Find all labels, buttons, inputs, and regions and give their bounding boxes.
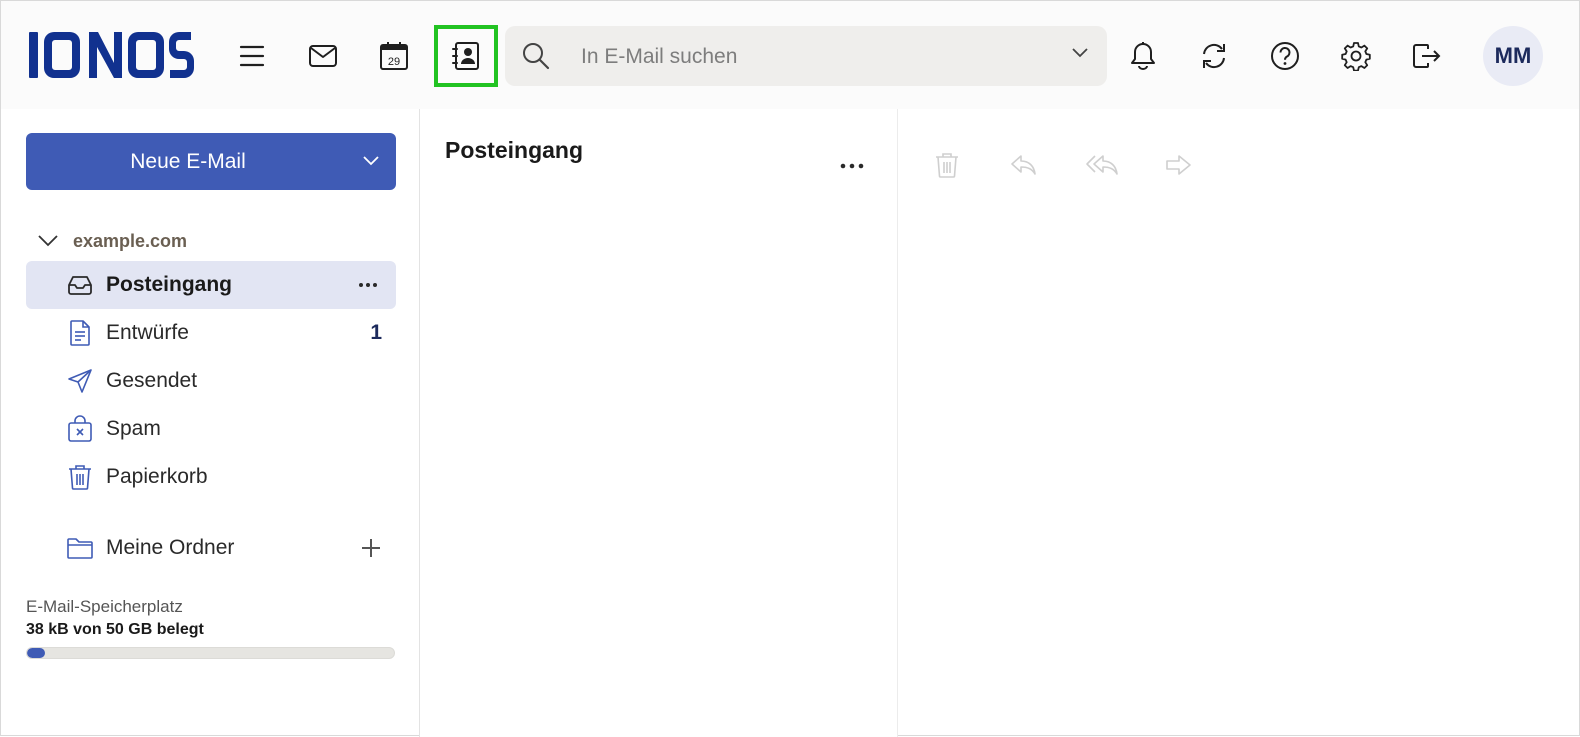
forward-button[interactable]: [1160, 147, 1196, 183]
my-folders[interactable]: Meine Ordner: [26, 524, 396, 572]
account-name: example.com: [73, 230, 188, 251]
contacts-icon: [452, 42, 479, 70]
search-input[interactable]: [579, 40, 1053, 74]
search-bar[interactable]: [505, 26, 1107, 86]
mail-button[interactable]: [293, 26, 353, 86]
storage-bar: [26, 647, 395, 659]
logout-icon: [1413, 44, 1441, 68]
plus-icon[interactable]: [360, 537, 382, 559]
folder-trash[interactable]: Papierkorb: [26, 453, 396, 501]
more-options-icon[interactable]: [358, 275, 378, 295]
help-button[interactable]: [1255, 26, 1315, 86]
sent-icon: [66, 367, 94, 395]
reply-icon: [1011, 155, 1036, 175]
reply-all-button[interactable]: [1082, 147, 1122, 183]
storage-value: 38 kB von 50 GB belegt: [26, 621, 204, 638]
avatar-initials: MM: [1494, 43, 1532, 68]
menu-button[interactable]: [222, 26, 282, 86]
account-toggle[interactable]: example.com: [37, 227, 187, 255]
settings-button[interactable]: [1326, 26, 1386, 86]
folder-label: Meine Ordner: [106, 536, 235, 559]
chevron-down-icon[interactable]: [362, 155, 380, 167]
mail-icon: [309, 45, 337, 67]
sync-icon: [1203, 43, 1225, 69]
folder-sent[interactable]: Gesendet: [26, 357, 396, 405]
folder-label: Posteingang: [106, 273, 233, 296]
unread-count: 1: [370, 321, 382, 344]
folder-label: Entwürfe: [106, 321, 189, 344]
delete-icon: [936, 153, 958, 178]
forward-icon: [1166, 155, 1191, 175]
new-email-label: Neue E-Mail: [130, 150, 246, 173]
reply-button[interactable]: [1005, 147, 1041, 183]
folder-inbox[interactable]: Posteingang: [26, 261, 396, 309]
folder-drafts[interactable]: Entwürfe 1: [26, 309, 396, 357]
message-list: Posteingang: [420, 109, 897, 737]
bell-icon: [1131, 42, 1155, 70]
user-avatar[interactable]: MM: [1483, 26, 1543, 86]
sync-button[interactable]: [1184, 26, 1244, 86]
folder-spam[interactable]: Spam: [26, 405, 396, 453]
contacts-button[interactable]: [434, 25, 498, 87]
notifications-button[interactable]: [1113, 26, 1173, 86]
storage-bar-fill: [27, 648, 46, 658]
calendar-day: 29: [388, 56, 400, 68]
chevron-down-icon[interactable]: [1071, 47, 1089, 59]
folder-label: Papierkorb: [106, 465, 208, 488]
folder-label: Spam: [106, 417, 161, 440]
reply-all-icon: [1086, 155, 1118, 175]
reading-pane: [898, 109, 1579, 737]
storage-label: E-Mail-Speicherplatz: [26, 597, 183, 616]
calendar-icon: 29: [380, 42, 408, 70]
more-options-icon[interactable]: [840, 161, 864, 171]
search-icon[interactable]: [521, 41, 551, 71]
calendar-button[interactable]: 29: [364, 26, 424, 86]
delete-button[interactable]: [929, 147, 965, 183]
sidebar: Neue E-Mail example.com Posteingang Entw…: [1, 109, 419, 737]
folder-label: Gesendet: [106, 369, 198, 392]
menu-icon: [239, 45, 265, 67]
spam-icon: [66, 415, 94, 443]
folder-icon: [66, 534, 94, 562]
inbox-icon: [66, 271, 94, 299]
trash-icon: [66, 463, 94, 491]
ionos-logo[interactable]: [27, 29, 195, 81]
gear-icon: [1341, 42, 1371, 71]
new-email-button[interactable]: Neue E-Mail: [26, 133, 396, 190]
top-bar: 29 In E-Mail suchen MM: [1, 1, 1579, 109]
draft-icon: [66, 319, 94, 347]
chevron-down-icon: [38, 235, 58, 247]
list-title: Posteingang: [445, 137, 584, 163]
help-icon: [1271, 42, 1299, 70]
logout-button[interactable]: [1397, 26, 1457, 86]
